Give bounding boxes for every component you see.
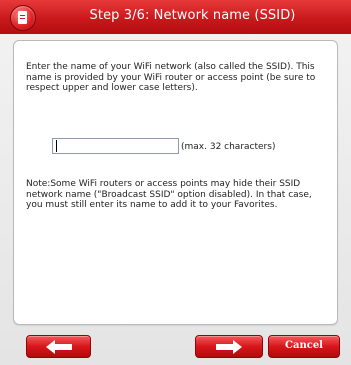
max-length-hint: (max. 32 characters) bbox=[181, 142, 276, 152]
title-bar: Step 3/6: Network name (SSID) bbox=[0, 0, 351, 34]
footer: Cancel bbox=[0, 330, 351, 365]
next-button[interactable] bbox=[195, 335, 263, 358]
content-panel: Enter the name of your WiFi network (als… bbox=[13, 40, 338, 325]
cancel-button-label: Cancel bbox=[285, 340, 323, 351]
back-button[interactable] bbox=[26, 335, 91, 358]
arrow-right-icon bbox=[216, 339, 242, 354]
text-caret bbox=[56, 140, 57, 152]
note-text: Note:Some WiFi routers or access points … bbox=[26, 179, 312, 210]
intro-text: Enter the name of your WiFi network (als… bbox=[26, 62, 316, 93]
arrow-left-icon bbox=[45, 339, 72, 354]
window-title: Step 3/6: Network name (SSID) bbox=[89, 8, 296, 23]
cancel-button[interactable]: Cancel bbox=[268, 335, 340, 358]
app-document-icon bbox=[10, 5, 36, 31]
wizard-window: Step 3/6: Network name (SSID) Enter the … bbox=[0, 0, 351, 365]
ssid-input[interactable] bbox=[52, 138, 179, 154]
